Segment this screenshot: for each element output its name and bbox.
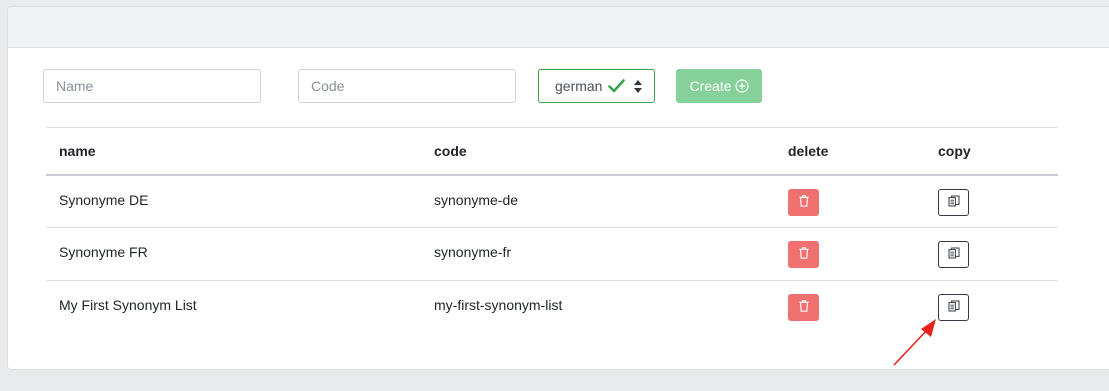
name-input[interactable] bbox=[43, 69, 261, 103]
row-name: My First Synonym List bbox=[59, 297, 197, 313]
table-row: Synonyme DE synonyme-de bbox=[46, 175, 1058, 228]
language-select[interactable]: german bbox=[538, 69, 655, 103]
copy-icon bbox=[948, 300, 960, 315]
trash-icon bbox=[799, 300, 809, 315]
sort-arrows-icon bbox=[634, 80, 642, 93]
copy-button[interactable] bbox=[938, 241, 969, 268]
create-button[interactable]: Create bbox=[676, 69, 762, 103]
copy-icon bbox=[948, 247, 960, 262]
row-name: Synonyme DE bbox=[59, 191, 149, 208]
copy-button[interactable] bbox=[938, 294, 969, 321]
delete-button[interactable] bbox=[788, 294, 819, 321]
delete-button[interactable] bbox=[788, 188, 819, 216]
row-code: synonyme-de bbox=[434, 191, 519, 208]
plus-circle-icon bbox=[734, 79, 749, 93]
column-header-name: name bbox=[59, 142, 96, 159]
check-icon bbox=[608, 79, 626, 93]
row-code: synonyme-fr bbox=[434, 244, 512, 260]
copy-button[interactable] bbox=[938, 188, 969, 216]
column-header-copy: copy bbox=[938, 142, 971, 159]
row-name: Synonyme FR bbox=[59, 244, 148, 260]
column-header-code: code bbox=[434, 142, 467, 159]
trash-icon bbox=[799, 247, 809, 262]
language-select-value: german bbox=[555, 78, 603, 94]
synonym-lists-table: name code delete copy Synonyme DE synony… bbox=[46, 127, 1058, 334]
code-input[interactable] bbox=[298, 69, 516, 103]
create-button-label: Create bbox=[689, 78, 732, 94]
table-row: My First Synonym List my-first-synonym-l… bbox=[46, 281, 1058, 334]
create-form: german Create bbox=[8, 69, 1109, 103]
card-header bbox=[8, 7, 1109, 48]
synonym-lists-card: german Create name code delete copy bbox=[7, 6, 1109, 370]
row-code: my-first-synonym-list bbox=[434, 297, 563, 313]
trash-icon bbox=[799, 194, 809, 210]
table-header-row: name code delete copy bbox=[46, 127, 1058, 175]
column-header-delete: delete bbox=[788, 142, 829, 159]
delete-button[interactable] bbox=[788, 241, 819, 268]
copy-icon bbox=[948, 195, 960, 210]
table-row: Synonyme FR synonyme-fr bbox=[46, 228, 1058, 281]
